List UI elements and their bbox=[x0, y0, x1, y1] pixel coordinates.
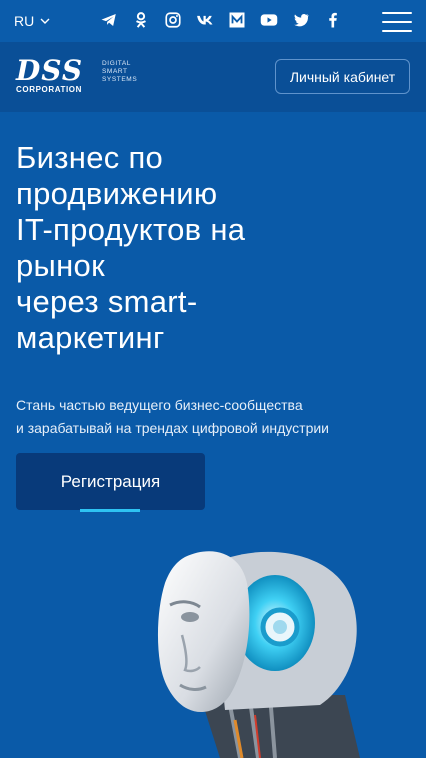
language-label: RU bbox=[14, 13, 35, 29]
menu-icon[interactable] bbox=[382, 12, 412, 32]
vk-icon[interactable] bbox=[196, 10, 214, 30]
language-selector[interactable]: RU bbox=[14, 13, 50, 29]
twitter-icon[interactable] bbox=[292, 10, 310, 30]
telegram-icon[interactable] bbox=[100, 10, 118, 30]
facebook-icon[interactable] bbox=[324, 10, 342, 30]
register-button-underline bbox=[80, 509, 140, 512]
logo-tagline: DIGITAL SMART SYSTEMS bbox=[102, 60, 138, 83]
social-links bbox=[100, 10, 342, 30]
hero-subtitle: Стань частью ведущего бизнес-сообщества … bbox=[16, 397, 329, 436]
hero-title: Бизнес по продвижению IT-продуктов на ры… bbox=[16, 140, 246, 355]
logo-sub-text: CORPORATION bbox=[16, 85, 83, 94]
robot-head-image bbox=[157, 551, 360, 758]
instagram-icon[interactable] bbox=[164, 10, 182, 30]
youtube-icon[interactable] bbox=[260, 10, 278, 30]
chevron-down-icon bbox=[40, 18, 50, 24]
odnoklassniki-icon[interactable] bbox=[132, 10, 150, 30]
logo[interactable]: DSS CORPORATION DIGITAL SMART SYSTEMS bbox=[16, 54, 138, 98]
register-button[interactable]: Регистрация bbox=[16, 453, 205, 510]
medium-icon[interactable] bbox=[228, 10, 246, 30]
personal-cabinet-button[interactable]: Личный кабинет bbox=[275, 59, 410, 94]
logo-main-text: DSS bbox=[16, 54, 84, 87]
top-bar: RU bbox=[0, 0, 426, 42]
